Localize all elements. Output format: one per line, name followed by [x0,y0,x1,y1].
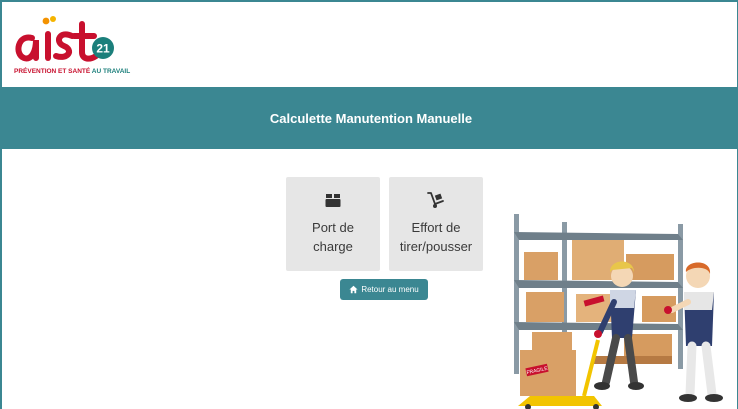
hand-truck-icon [427,192,444,208]
home-icon [349,285,358,294]
back-button-label: Retour au menu [361,285,419,294]
svg-text:21: 21 [96,42,110,56]
port-de-charge-button[interactable]: Port de charge [286,177,380,271]
effort-tirer-pousser-button[interactable]: Effort de tirer/pousser [389,177,483,271]
card-label-line2: tirer/pousser [399,239,473,254]
card-label-line1: Port de [312,220,354,235]
card-label-line2: charge [313,239,353,254]
page-title: Calculette Manutention Manuelle [269,110,473,126]
aist21-logo-mark: 21 [15,16,114,62]
logo-tagline-main: PRÉVENTION ET SANTÉ [14,68,91,75]
retour-menu-button[interactable]: Retour au menu [340,279,428,300]
box-icon [325,194,341,207]
warehouse-workers-illustration: FRAGILE [514,214,723,409]
card-label: Effort de tirer/pousser [389,218,483,256]
card-label: Port de charge [286,218,380,256]
logo-tagline: PRÉVENTION ET SANTÉ AU TRAVAIL [14,68,130,75]
card-label-line1: Effort de [411,220,461,235]
logo-tagline-accent: AU TRAVAIL [91,68,131,75]
header-banner: Calculette Manutention Manuelle [2,87,737,149]
page-frame: 21 PRÉVENTION ET SANTÉ AU TRAVAIL Calcul… [0,0,738,409]
